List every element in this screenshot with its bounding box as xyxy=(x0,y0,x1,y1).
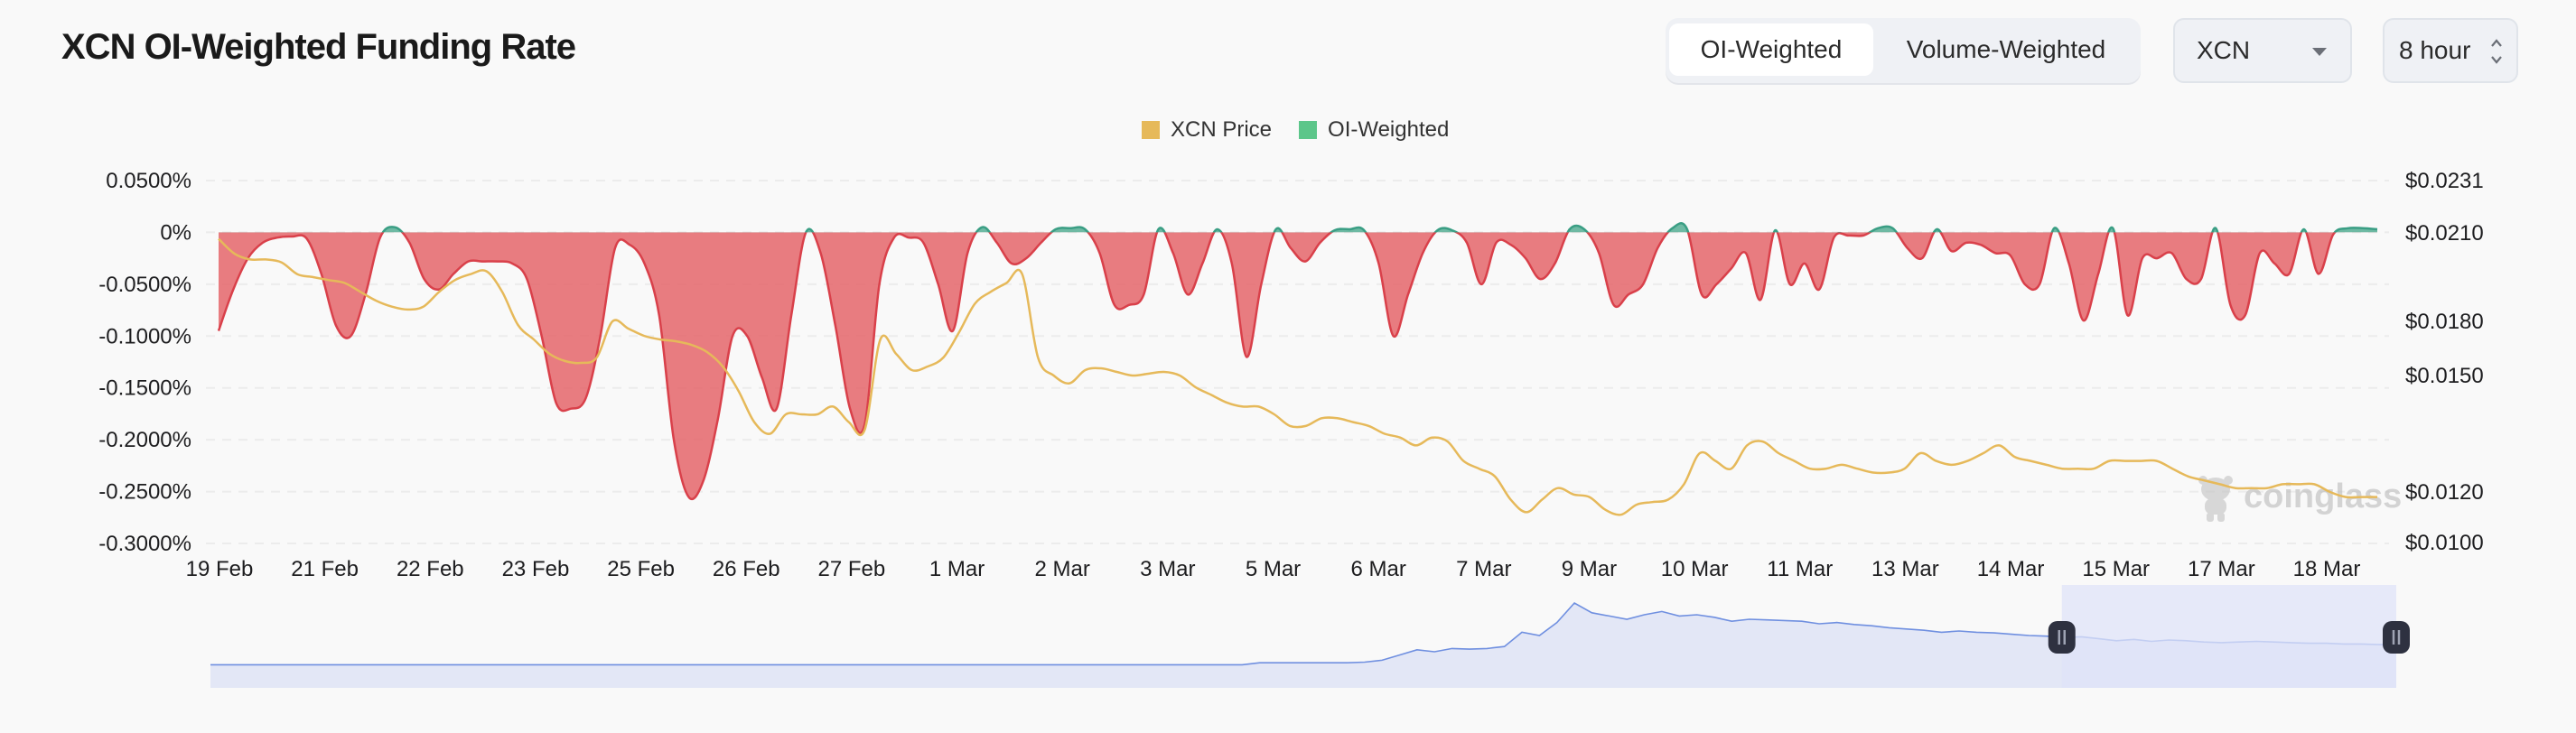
y-left-tick-label: -0.1000% xyxy=(98,324,191,348)
x-tick-label: 13 Mar xyxy=(1871,557,1939,581)
x-tick-label: 1 Mar xyxy=(929,557,985,581)
x-tick-label: 3 Mar xyxy=(1140,557,1195,581)
x-tick-label: 2 Mar xyxy=(1035,557,1090,581)
x-tick-label: 9 Mar xyxy=(1562,557,1617,581)
slider-handle-start[interactable] xyxy=(2048,621,2076,654)
x-tick-label: 25 Feb xyxy=(607,557,675,581)
y-right-tick-label: $0.0100 xyxy=(2405,531,2484,555)
x-tick-label: 23 Feb xyxy=(502,557,570,581)
x-tick-label: 6 Mar xyxy=(1350,557,1405,581)
y-right-tick-label: $0.0180 xyxy=(2405,310,2484,334)
y-left-tick-label: -0.2500% xyxy=(98,480,191,505)
y-left-tick-label: 0.0500% xyxy=(106,169,191,193)
y-axis-left: 0.0500% 0% -0.0500% -0.1000% -0.1500% -0.2000… xyxy=(98,169,191,556)
x-tick-label: 18 Mar xyxy=(2293,557,2361,581)
y-right-tick-label: $0.0231 xyxy=(2405,169,2484,193)
funding-rate-chart: 0.0500% 0% -0.0500% -0.1000% -0.1500% -0.2000… xyxy=(98,169,2484,688)
x-axis: 19 Feb 21 Feb 22 Feb 23 Feb 25 Feb 26 Feb 27 F… xyxy=(186,557,2361,581)
y-left-tick-label: -0.2000% xyxy=(98,428,191,452)
x-tick-label: 11 Mar xyxy=(1767,557,1833,581)
slider-window[interactable] xyxy=(2061,585,2396,688)
x-tick-label: 5 Mar xyxy=(1246,557,1301,581)
y-right-tick-label: $0.0210 xyxy=(2405,221,2484,246)
x-tick-label: 17 Mar xyxy=(2188,557,2255,581)
x-tick-label: 19 Feb xyxy=(186,557,254,581)
negative-funding-area xyxy=(219,232,2377,499)
handle-body xyxy=(2383,621,2410,654)
x-tick-label: 22 Feb xyxy=(397,557,464,581)
x-tick-label: 26 Feb xyxy=(713,557,780,581)
x-tick-label: 7 Mar xyxy=(1456,557,1511,581)
handle-body xyxy=(2048,621,2076,654)
x-tick-label: 15 Mar xyxy=(2082,557,2150,581)
slider-handle-end[interactable] xyxy=(2383,621,2410,654)
y-left-tick-label: 0% xyxy=(160,220,191,245)
x-tick-label: 27 Feb xyxy=(818,557,886,581)
y-axis-right: $0.0231 $0.0210 $0.0180 $0.0150 $0.0120 $0.01… xyxy=(2405,169,2484,555)
x-tick-label: 10 Mar xyxy=(1661,557,1729,581)
data-zoom-slider xyxy=(210,585,2410,688)
y-left-tick-label: -0.0500% xyxy=(98,273,191,297)
y-right-tick-label: $0.0120 xyxy=(2405,480,2484,505)
x-tick-label: 21 Feb xyxy=(291,557,359,581)
svg-text:coinglass: coinglass xyxy=(2244,478,2402,515)
funding-rate-area xyxy=(217,222,2378,501)
y-right-tick-label: $0.0150 xyxy=(2405,364,2484,388)
y-left-tick-label: -0.3000% xyxy=(98,532,191,556)
y-left-tick-label: -0.1500% xyxy=(98,376,191,401)
x-tick-label: 14 Mar xyxy=(1977,557,2045,581)
coinglass-watermark: coinglass xyxy=(2198,476,2402,522)
